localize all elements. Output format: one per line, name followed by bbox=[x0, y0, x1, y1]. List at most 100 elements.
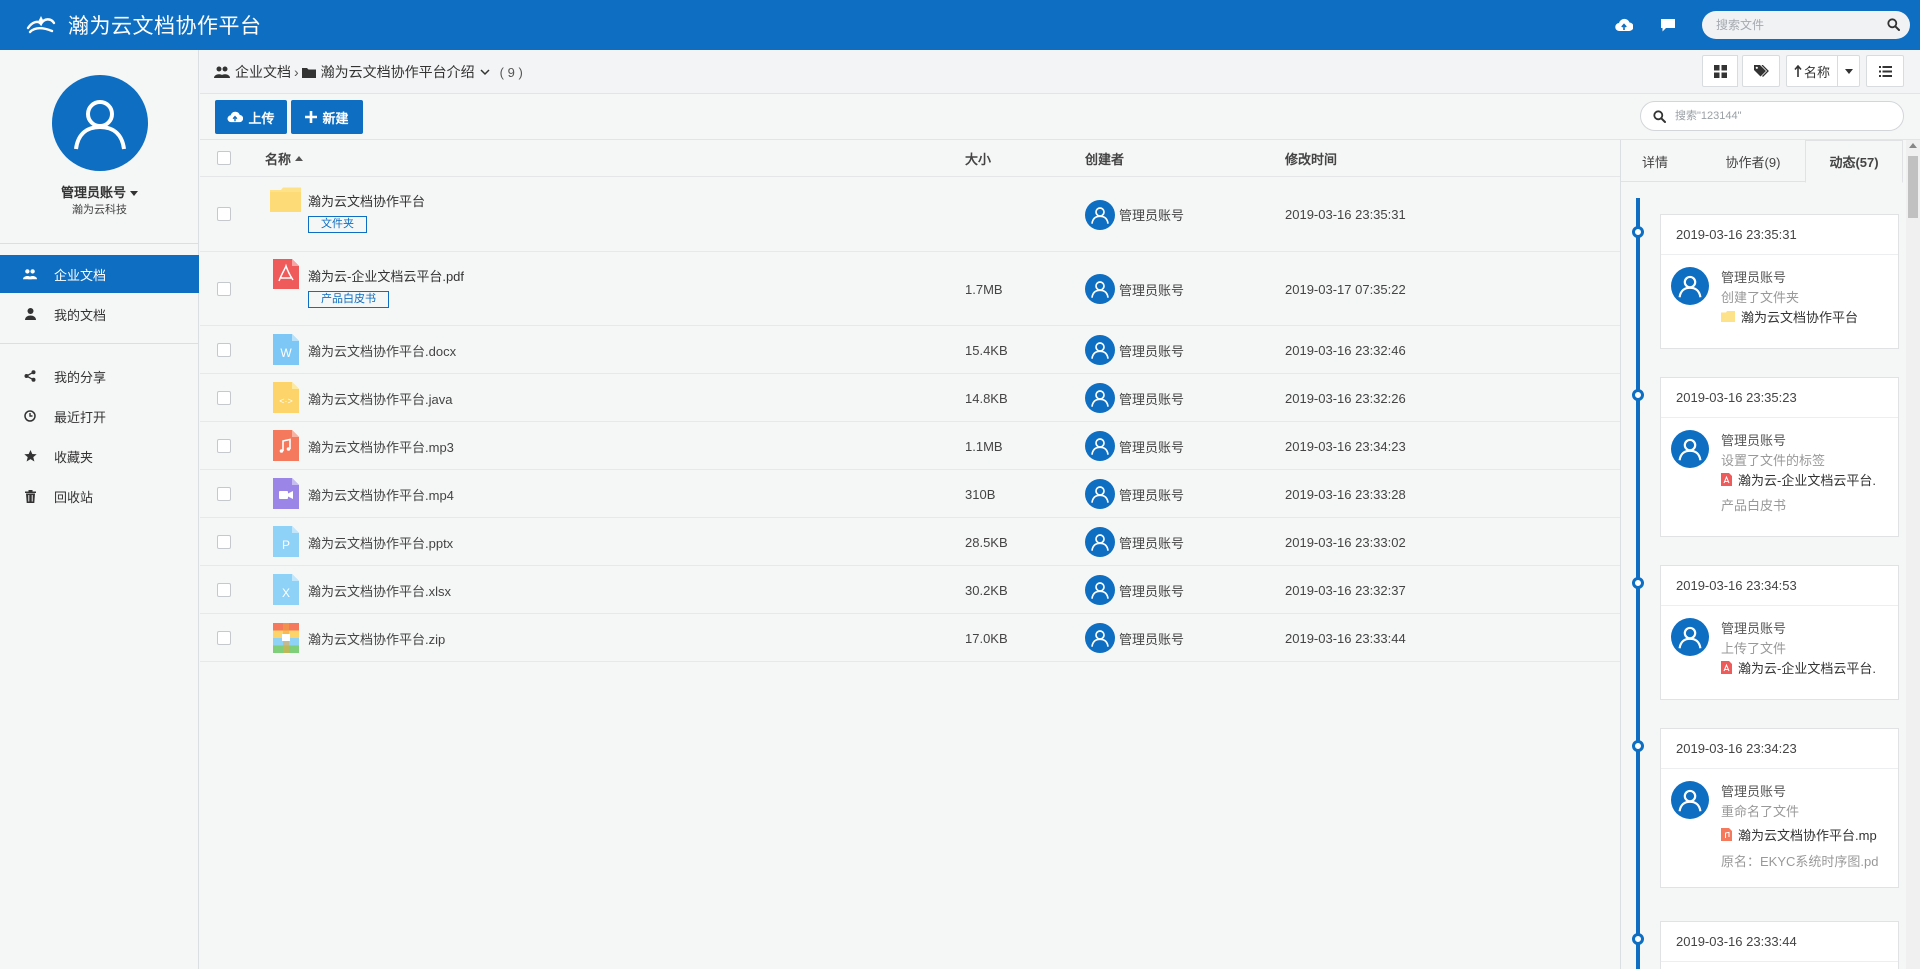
file-size: 310B bbox=[965, 486, 996, 502]
avatar bbox=[1085, 335, 1115, 365]
row-checkbox[interactable] bbox=[217, 439, 231, 453]
nav-item-my-docs[interactable]: 我的文档 bbox=[0, 295, 199, 333]
row-checkbox[interactable] bbox=[217, 583, 231, 597]
nav-item-favorites[interactable]: 收藏夹 bbox=[0, 437, 199, 475]
tag-controls bbox=[1742, 55, 1780, 87]
list-view-button[interactable] bbox=[1866, 55, 1904, 87]
tab-details[interactable]: 详情 bbox=[1621, 140, 1689, 182]
file-name[interactable]: 瀚为云文档协作平台.pptx bbox=[308, 518, 453, 566]
tab-activity[interactable]: 动态(57) bbox=[1805, 140, 1903, 183]
tag-filter-button[interactable] bbox=[1742, 55, 1780, 87]
plus-icon bbox=[305, 111, 318, 123]
table-row[interactable]: 瀚为云文档协作平台.zip 17.0KB 管理员账号 2019-03-16 23… bbox=[200, 614, 1620, 662]
nav-item-my-shares[interactable]: 我的分享 bbox=[0, 357, 199, 395]
breadcrumb: 企业文档 › 瀚为云文档协作平台介绍 ( 9 ) bbox=[214, 50, 523, 94]
row-checkbox[interactable] bbox=[217, 391, 231, 405]
row-checkbox[interactable] bbox=[217, 487, 231, 501]
column-header-creator[interactable]: 创建者 bbox=[1085, 140, 1124, 177]
breadcrumb-separator: › bbox=[294, 64, 299, 80]
tab-collaborators[interactable]: 协作者(9) bbox=[1708, 140, 1798, 182]
avatar bbox=[1085, 527, 1115, 557]
folder-search-input[interactable] bbox=[1675, 102, 1895, 130]
file-name[interactable]: 瀚为云文档协作平台.mp3 bbox=[308, 422, 454, 470]
activity-action: 重命名了文件 bbox=[1721, 804, 1800, 819]
activity-user[interactable]: 管理员账号 bbox=[1721, 267, 1891, 286]
activity-card[interactable]: 2019-03-16 23:34:53 管理员账号 上传了文件 瀚为云-企业文档… bbox=[1660, 565, 1899, 700]
nav-label: 最近打开 bbox=[54, 409, 107, 425]
svg-text:W: W bbox=[280, 346, 292, 360]
avatar bbox=[1085, 623, 1115, 653]
chevron-down-icon[interactable] bbox=[480, 68, 490, 76]
folder-search[interactable] bbox=[1640, 101, 1904, 131]
table-row[interactable]: W 瀚为云文档协作平台.docx 15.4KB 管理员账号 2019-03-16… bbox=[200, 326, 1620, 374]
activity-card[interactable]: 2019-03-16 23:34:23 管理员账号 重命名了文件 瀚为云文档协作… bbox=[1660, 728, 1899, 888]
clock-icon bbox=[23, 409, 37, 423]
scroll-up-arrow-icon[interactable] bbox=[1909, 143, 1917, 148]
nav-item-enterprise-docs[interactable]: 企业文档 bbox=[0, 255, 199, 293]
upload-button[interactable]: 上传 bbox=[215, 100, 287, 134]
file-name[interactable]: 瀚为云文档协作平台.zip bbox=[308, 614, 445, 662]
activity-file[interactable]: 瀚为云文档协作平台 bbox=[1721, 307, 1891, 326]
sort-label: 名称 bbox=[1803, 64, 1830, 80]
new-button[interactable]: 新建 bbox=[291, 100, 363, 134]
tags-icon bbox=[1753, 64, 1769, 77]
file-name[interactable]: 瀚为云文档协作平台 bbox=[308, 191, 425, 210]
nav-item-recent[interactable]: 最近打开 bbox=[0, 397, 199, 435]
nav-item-recycle-bin[interactable]: 回收站 bbox=[0, 477, 199, 515]
user-icon bbox=[23, 307, 37, 321]
avatar[interactable] bbox=[52, 75, 148, 171]
sort-button[interactable]: 名称 bbox=[1786, 55, 1838, 87]
row-checkbox[interactable] bbox=[217, 631, 231, 645]
file-tag[interactable]: 文件夹 bbox=[308, 216, 367, 233]
table-row[interactable]: 瀚为云文档协作平台 文件夹 管理员账号 2019-03-16 23:35:31 bbox=[200, 177, 1620, 252]
breadcrumb-current[interactable]: 瀚为云文档协作平台介绍 bbox=[301, 62, 490, 82]
row-checkbox[interactable] bbox=[217, 343, 231, 357]
sort-dropdown-button[interactable] bbox=[1838, 55, 1860, 87]
row-checkbox[interactable] bbox=[217, 207, 231, 221]
panel-scrollbar[interactable] bbox=[1906, 140, 1920, 969]
user-menu[interactable]: 管理员账号 bbox=[0, 182, 199, 201]
table-row[interactable]: 瀚为云-企业文档云平台.pdf 产品白皮书 1.7MB 管理员账号 2019-0… bbox=[200, 252, 1620, 326]
row-checkbox[interactable] bbox=[217, 535, 231, 549]
activity-user[interactable]: 管理员账号 bbox=[1721, 618, 1891, 637]
table-row[interactable]: <·> 瀚为云文档协作平台.java 14.8KB 管理员账号 2019-03-… bbox=[200, 374, 1620, 422]
message-icon[interactable] bbox=[1658, 15, 1678, 35]
table-row[interactable]: 瀚为云文档协作平台.mp4 310B 管理员账号 2019-03-16 23:3… bbox=[200, 470, 1620, 518]
column-header-size[interactable]: 大小 bbox=[965, 140, 991, 177]
activity-user[interactable]: 管理员账号 bbox=[1721, 430, 1891, 449]
table-row[interactable]: P 瀚为云文档协作平台.pptx 28.5KB 管理员账号 2019-03-16… bbox=[200, 518, 1620, 566]
activity-card[interactable]: 2019-03-16 23:35:31 管理员账号 创建了文件夹 瀚为云文档协作… bbox=[1660, 214, 1899, 349]
breadcrumb-root[interactable]: 企业文档 bbox=[214, 62, 291, 82]
app-title: 瀚为云文档协作平台 bbox=[68, 15, 262, 38]
upload-cloud-icon[interactable] bbox=[1614, 15, 1634, 35]
table-row[interactable]: 瀚为云文档协作平台.mp3 1.1MB 管理员账号 2019-03-16 23:… bbox=[200, 422, 1620, 470]
table-header: 名称 大小 创建者 修改时间 bbox=[200, 140, 1620, 177]
column-header-modified[interactable]: 修改时间 bbox=[1285, 140, 1337, 177]
brand[interactable]: 瀚为云文档协作平台 bbox=[26, 0, 262, 50]
activity-file[interactable]: 瀚为云文档协作平台.mp bbox=[1721, 825, 1891, 844]
file-name[interactable]: 瀚为云文档协作平台.mp4 bbox=[308, 470, 454, 518]
file-name[interactable]: 瀚为云-企业文档云平台.pdf bbox=[308, 266, 464, 285]
upload-cloud-icon bbox=[228, 111, 244, 123]
table-row[interactable]: X 瀚为云文档协作平台.xlsx 30.2KB 管理员账号 2019-03-16… bbox=[200, 566, 1620, 614]
search-icon[interactable] bbox=[1887, 18, 1900, 31]
scrollbar-thumb[interactable] bbox=[1908, 156, 1918, 218]
column-header-name[interactable]: 名称 bbox=[265, 140, 304, 177]
activity-card[interactable]: 2019-03-16 23:35:23 管理员账号 设置了文件的标签 瀚为云-企… bbox=[1660, 377, 1899, 537]
user-name: 管理员账号 bbox=[60, 185, 126, 200]
row-checkbox[interactable] bbox=[217, 282, 231, 296]
file-name[interactable]: 瀚为云文档协作平台.docx bbox=[308, 326, 456, 374]
global-search[interactable] bbox=[1702, 11, 1910, 39]
activity-card[interactable]: 2019-03-16 23:33:44 bbox=[1660, 921, 1899, 969]
global-search-input[interactable] bbox=[1716, 11, 1876, 39]
file-size: 28.5KB bbox=[965, 534, 1008, 550]
activity-file[interactable]: 瀚为云-企业文档云平台. bbox=[1721, 470, 1891, 489]
nav-label: 我的分享 bbox=[54, 369, 107, 385]
file-name[interactable]: 瀚为云文档协作平台.java bbox=[308, 374, 452, 422]
select-all-checkbox[interactable] bbox=[217, 151, 231, 165]
activity-user[interactable]: 管理员账号 bbox=[1721, 781, 1891, 800]
grid-view-button[interactable] bbox=[1702, 55, 1738, 87]
activity-file[interactable]: 瀚为云-企业文档云平台. bbox=[1721, 658, 1891, 677]
file-tag[interactable]: 产品白皮书 bbox=[308, 291, 389, 308]
file-name[interactable]: 瀚为云文档协作平台.xlsx bbox=[308, 566, 451, 614]
